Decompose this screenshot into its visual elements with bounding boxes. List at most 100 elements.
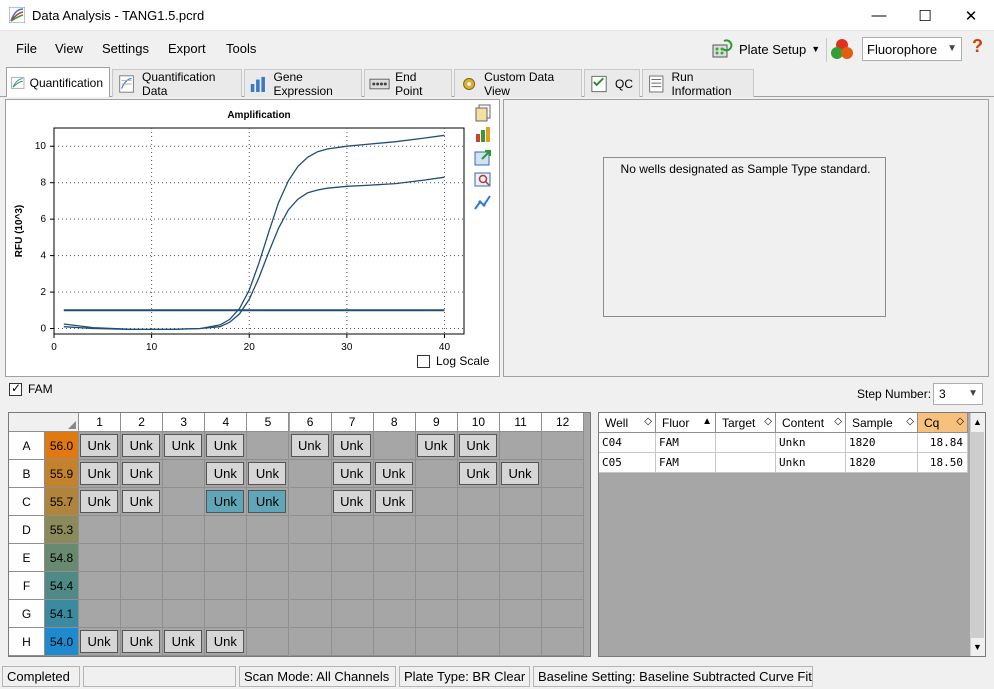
plate-cell[interactable] bbox=[163, 572, 206, 600]
tab-quantification-data[interactable]: Quantification Data bbox=[112, 69, 242, 98]
well-h4[interactable]: Unk bbox=[206, 630, 245, 653]
well-a4[interactable]: Unk bbox=[206, 434, 245, 457]
table-cell[interactable]: Unkn bbox=[776, 453, 846, 473]
scroll-up-icon[interactable]: ▲ bbox=[970, 413, 985, 431]
plate-cell[interactable] bbox=[121, 572, 164, 600]
log-scale-toggle[interactable]: Log Scale bbox=[417, 354, 489, 368]
plate-cell[interactable] bbox=[542, 544, 585, 572]
fam-checkbox[interactable] bbox=[9, 381, 22, 396]
well-a2[interactable]: Unk bbox=[122, 434, 161, 457]
plate-cell[interactable] bbox=[457, 600, 500, 628]
scrollbar-thumb[interactable] bbox=[971, 432, 984, 638]
column-header[interactable]: 9 bbox=[415, 413, 458, 432]
plate-cell[interactable] bbox=[289, 572, 332, 600]
well-b8[interactable]: Unk bbox=[374, 462, 413, 485]
menu-tools[interactable]: Tools bbox=[226, 41, 256, 56]
row-header[interactable]: A bbox=[9, 432, 45, 460]
table-cell[interactable]: 18.84 bbox=[918, 433, 968, 453]
well-a1[interactable]: Unk bbox=[80, 434, 119, 457]
plate-cell[interactable] bbox=[121, 544, 164, 572]
plate-cell[interactable] bbox=[289, 516, 332, 544]
column-header-fluor[interactable]: Fluor ▲ bbox=[656, 413, 716, 433]
help-icon[interactable]: ? bbox=[972, 36, 983, 57]
tab-qc[interactable]: QC bbox=[584, 69, 640, 97]
table-cell[interactable]: 18.50 bbox=[918, 453, 968, 473]
curve-fit-icon[interactable] bbox=[474, 194, 492, 212]
tab-end-point[interactable]: End Point bbox=[364, 69, 452, 98]
plate-cell[interactable] bbox=[457, 516, 500, 544]
menu-export[interactable]: Export bbox=[168, 41, 206, 56]
plate-cell[interactable] bbox=[79, 516, 122, 544]
plate-cell[interactable] bbox=[542, 460, 585, 488]
plate-cell[interactable] bbox=[542, 600, 585, 628]
tab-gene-expression[interactable]: Gene Expression bbox=[244, 69, 362, 98]
column-header[interactable]: 8 bbox=[373, 413, 416, 432]
menu-view[interactable]: View bbox=[55, 41, 83, 56]
column-header[interactable]: 6 bbox=[289, 413, 332, 432]
plate-cell[interactable] bbox=[542, 432, 585, 460]
plate-cell[interactable] bbox=[542, 488, 585, 516]
plate-cell[interactable] bbox=[79, 600, 122, 628]
well-c7[interactable]: Unk bbox=[332, 490, 371, 513]
column-header[interactable]: 1 bbox=[79, 413, 122, 432]
plate-cell[interactable] bbox=[373, 600, 416, 628]
column-header[interactable]: 5 bbox=[247, 413, 290, 432]
plate-cell[interactable] bbox=[205, 516, 248, 544]
well-b7[interactable]: Unk bbox=[332, 462, 371, 485]
plate-cell[interactable] bbox=[500, 628, 543, 656]
export-chart-icon[interactable] bbox=[474, 149, 492, 167]
fluorophore-filter[interactable]: FAM bbox=[9, 381, 53, 396]
plate-cell[interactable] bbox=[373, 572, 416, 600]
plate-cell[interactable] bbox=[415, 600, 458, 628]
minimize-button[interactable]: — bbox=[856, 0, 902, 31]
plate-cell[interactable] bbox=[373, 544, 416, 572]
row-header[interactable]: H bbox=[9, 628, 45, 656]
plate-cell[interactable] bbox=[373, 432, 416, 460]
plate-cell[interactable] bbox=[247, 432, 290, 460]
column-header[interactable]: 12 bbox=[542, 413, 585, 432]
column-header[interactable]: 3 bbox=[163, 413, 206, 432]
plate-cell[interactable] bbox=[331, 628, 374, 656]
maximize-button[interactable]: ☐ bbox=[902, 0, 948, 31]
plate-cell[interactable] bbox=[247, 628, 290, 656]
column-header-sample[interactable]: Sample ◇ bbox=[846, 413, 918, 433]
column-header[interactable]: 7 bbox=[331, 413, 374, 432]
well-h1[interactable]: Unk bbox=[80, 630, 119, 653]
zoom-chart-icon[interactable] bbox=[474, 171, 492, 189]
plate-cell[interactable] bbox=[205, 572, 248, 600]
plate-cell[interactable] bbox=[163, 488, 206, 516]
plate-cell[interactable] bbox=[373, 628, 416, 656]
table-cell[interactable] bbox=[716, 433, 776, 453]
plate-cell[interactable] bbox=[415, 544, 458, 572]
plate-cell[interactable] bbox=[500, 544, 543, 572]
column-header[interactable]: 10 bbox=[457, 413, 500, 432]
fluorophore-select[interactable]: Fluorophore ▼ bbox=[862, 37, 962, 61]
plate-cell[interactable] bbox=[289, 488, 332, 516]
close-button[interactable]: ✕ bbox=[948, 0, 994, 31]
table-cell[interactable] bbox=[716, 453, 776, 473]
well-b11[interactable]: Unk bbox=[501, 462, 540, 485]
plate-cell[interactable] bbox=[457, 628, 500, 656]
table-cell[interactable]: C05 bbox=[599, 453, 656, 473]
plate-cell[interactable] bbox=[331, 544, 374, 572]
plate-cell[interactable] bbox=[542, 628, 585, 656]
plate-cell[interactable] bbox=[500, 488, 543, 516]
plate-cell[interactable] bbox=[163, 460, 206, 488]
well-b5[interactable]: Unk bbox=[248, 462, 287, 485]
plate-cell[interactable] bbox=[247, 544, 290, 572]
table-cell[interactable]: C04 bbox=[599, 433, 656, 453]
well-c4[interactable]: Unk bbox=[206, 490, 245, 513]
column-header-cq[interactable]: Cq ◇ bbox=[918, 413, 968, 433]
plate-cell[interactable] bbox=[289, 460, 332, 488]
table-cell[interactable]: FAM bbox=[656, 453, 716, 473]
plate-cell[interactable] bbox=[289, 628, 332, 656]
plate-cell[interactable] bbox=[121, 600, 164, 628]
copy-icon[interactable] bbox=[474, 104, 492, 122]
well-a3[interactable]: Unk bbox=[164, 434, 203, 457]
table-cell[interactable]: 1820 bbox=[846, 433, 918, 453]
plate-cell[interactable] bbox=[205, 544, 248, 572]
column-header[interactable]: 4 bbox=[205, 413, 248, 432]
plate-cell[interactable] bbox=[373, 516, 416, 544]
plate-cell[interactable] bbox=[247, 572, 290, 600]
well-b1[interactable]: Unk bbox=[80, 462, 119, 485]
